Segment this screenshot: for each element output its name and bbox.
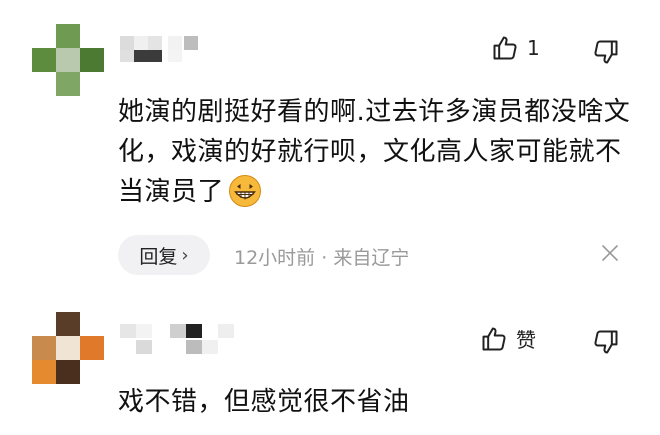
comment-text: 戏不错，但感觉很不省油 <box>118 382 638 422</box>
thumbs-up-icon <box>482 327 506 350</box>
like-button[interactable]: 1 <box>491 34 540 62</box>
location: 来自辽宁 <box>333 247 410 269</box>
meta-separator: · <box>315 247 334 269</box>
like-button[interactable]: 赞 <box>480 324 536 353</box>
close-icon <box>602 245 618 261</box>
thumbs-down-icon <box>594 330 618 354</box>
comment-item: 1 她演的剧挺好看的啊.过去许多演员都没啥文化，戏演的好就行呗，文化高人家可能就… <box>0 0 660 290</box>
reply-button[interactable]: 回复 › <box>118 235 210 275</box>
close-button[interactable] <box>600 243 620 267</box>
like-label: 赞 <box>516 328 536 352</box>
thumbs-up-icon <box>493 36 517 60</box>
thumbs-down-icon <box>594 40 618 64</box>
avatar[interactable] <box>32 24 104 96</box>
username-redacted[interactable] <box>120 36 210 72</box>
grin-emoji-icon <box>229 175 262 207</box>
chevron-right-icon: › <box>181 244 189 266</box>
avatar[interactable] <box>32 312 104 384</box>
reply-label: 回复 <box>139 245 178 268</box>
dislike-button[interactable] <box>592 38 620 66</box>
comment-meta: 12小时前 · 来自辽宁 <box>234 243 409 270</box>
dislike-button[interactable] <box>592 328 620 356</box>
username-redacted[interactable] <box>120 324 240 360</box>
timestamp: 12小时前 <box>234 247 316 269</box>
like-count: 1 <box>527 36 540 60</box>
comment-text-content: 她演的剧挺好看的啊.过去许多演员都没啥文化，戏演的好就行呗，文化高人家可能就不当… <box>118 97 631 207</box>
comment-item: 赞 戏不错，但感觉很不省油 <box>0 290 660 435</box>
comment-text-content: 戏不错，但感觉很不省油 <box>118 387 410 417</box>
comment-text: 她演的剧挺好看的啊.过去许多演员都没啥文化，戏演的好就行呗，文化高人家可能就不当… <box>118 92 638 212</box>
